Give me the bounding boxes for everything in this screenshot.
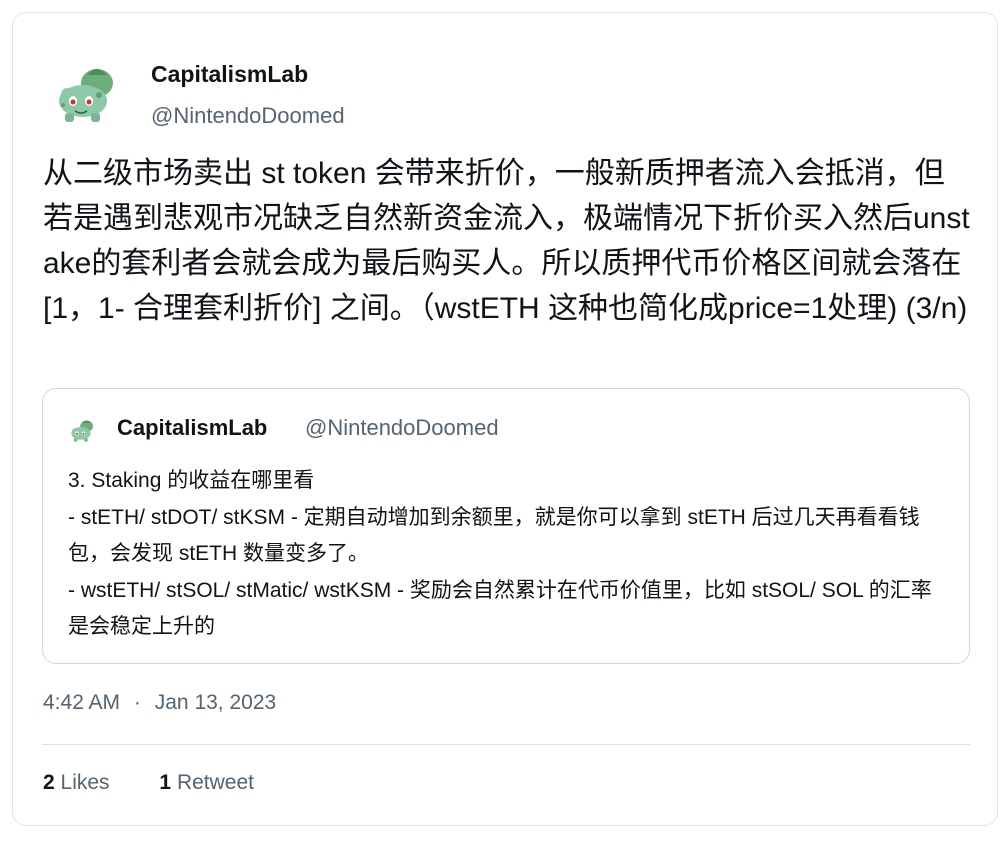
bulbasaur-avatar-icon: [71, 420, 93, 442]
author-handle[interactable]: @NintendoDoomed: [151, 103, 345, 129]
meta-separator: ·: [133, 691, 141, 714]
quoted-tweet[interactable]: CapitalismLab @NintendoDoomed 3. Staking…: [42, 388, 970, 664]
author-name[interactable]: CapitalismLab: [151, 61, 308, 88]
retweets-label: Retweet: [176, 771, 254, 794]
retweets-count: 1: [159, 771, 172, 794]
likes-label: Likes: [60, 771, 110, 794]
divider: [42, 744, 970, 745]
bulbasaur-avatar-icon[interactable]: [53, 65, 123, 125]
tweet-stats: 2 Likes 1 Retweet: [43, 771, 298, 795]
retweets-stat[interactable]: 1 Retweet: [159, 771, 254, 795]
tweet-header: CapitalismLab @NintendoDoomed: [53, 59, 653, 139]
likes-count: 2: [43, 771, 55, 794]
tweet-time: 4:42 AM: [43, 691, 121, 714]
quoted-author-name: CapitalismLab: [117, 415, 268, 440]
tweet-text: 从二级市场卖出 st token 会带来折价，一般新质押者流入会抵消，但若是遇到…: [43, 157, 970, 325]
tweet-timestamp[interactable]: 4:42 AM · Jan 13, 2023: [43, 691, 276, 715]
tweet-card: CapitalismLab @NintendoDoomed 从二级市场卖出 st…: [12, 12, 998, 826]
tweet-date: Jan 13, 2023: [154, 691, 277, 714]
quoted-tweet-text: 3. Staking 的收益在哪里看 - stETH/ stDOT/ stKSM…: [68, 469, 932, 638]
likes-stat[interactable]: 2 Likes: [43, 771, 110, 795]
quoted-author-handle: @NintendoDoomed: [305, 415, 499, 440]
